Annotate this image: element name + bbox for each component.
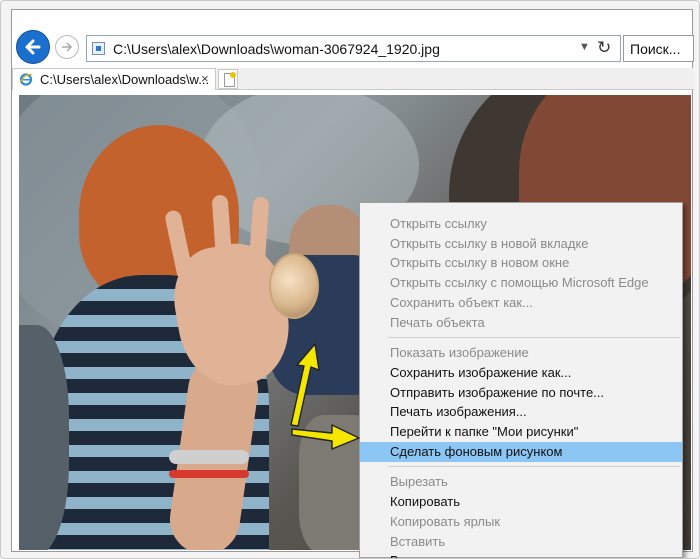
menu-separator	[388, 466, 680, 468]
browser-window: C:\Users\alex\Downloads\woman-3067924_19…	[11, 9, 694, 558]
menu-item[interactable]: Вставить	[360, 532, 682, 552]
menu-item[interactable]: Сделать фоновым рисунком	[360, 441, 682, 462]
menu-item[interactable]: Выделить все	[360, 551, 682, 558]
new-tab-icon[interactable]	[218, 69, 238, 89]
photo-person-left	[19, 325, 69, 550]
menu-item[interactable]: Открыть ссылку	[360, 214, 682, 234]
back-arrow-glyph	[25, 39, 41, 55]
menu-item[interactable]: Показать изображение	[360, 343, 682, 363]
search-input[interactable]: Поиск...	[623, 35, 694, 62]
menu-item[interactable]: Копировать	[360, 492, 682, 512]
screenshot-frame: C:\Users\alex\Downloads\woman-3067924_19…	[0, 0, 700, 559]
tab-strip: C:\Users\alex\Downloads\w... ×	[12, 68, 694, 90]
menu-separator	[388, 337, 680, 339]
menu-item[interactable]: Печать изображения...	[360, 402, 682, 422]
menu-item[interactable]: Сохранить изображение как...	[360, 363, 682, 383]
menu-item[interactable]: Открыть ссылку в новом окне	[360, 253, 682, 273]
menu-item[interactable]: Отправить изображение по почте...	[360, 383, 682, 403]
menu-item[interactable]: Перейти к папке "Мои рисунки"	[360, 422, 682, 442]
photo-bracelet	[169, 450, 249, 464]
menu-item[interactable]: Копировать ярлык	[360, 512, 682, 532]
tab-image[interactable]: C:\Users\alex\Downloads\w... ×	[12, 68, 216, 90]
menu-item[interactable]: Вырезать	[360, 472, 682, 492]
menu-item[interactable]: Сохранить объект как...	[360, 293, 682, 313]
forward-arrow-icon[interactable]	[55, 35, 79, 59]
back-arrow-icon[interactable]	[16, 30, 50, 64]
address-bar[interactable]: C:\Users\alex\Downloads\woman-3067924_19…	[86, 35, 621, 62]
page-icon	[92, 42, 105, 55]
close-icon[interactable]: ×	[201, 71, 209, 86]
forward-arrow-glyph	[62, 42, 73, 52]
address-url[interactable]: C:\Users\alex\Downloads\woman-3067924_19…	[113, 41, 440, 57]
internet-explorer-icon	[19, 73, 33, 86]
chevron-down-icon[interactable]: ▼	[579, 41, 590, 53]
refresh-icon[interactable]: ↻	[597, 38, 611, 58]
context-menu: Открыть ссылку Открыть ссылку в новой вкл…	[359, 202, 683, 558]
photo-coin	[269, 253, 319, 319]
tab-label: C:\Users\alex\Downloads\w...	[40, 72, 210, 87]
menu-item[interactable]: Печать объекта	[360, 313, 682, 333]
photo-bracelet	[169, 470, 249, 478]
menu-item[interactable]: Открыть ссылку с помощью Microsoft Edge	[360, 273, 682, 293]
search-placeholder: Поиск...	[630, 41, 681, 57]
menu-item[interactable]: Открыть ссылку в новой вкладке	[360, 234, 682, 254]
